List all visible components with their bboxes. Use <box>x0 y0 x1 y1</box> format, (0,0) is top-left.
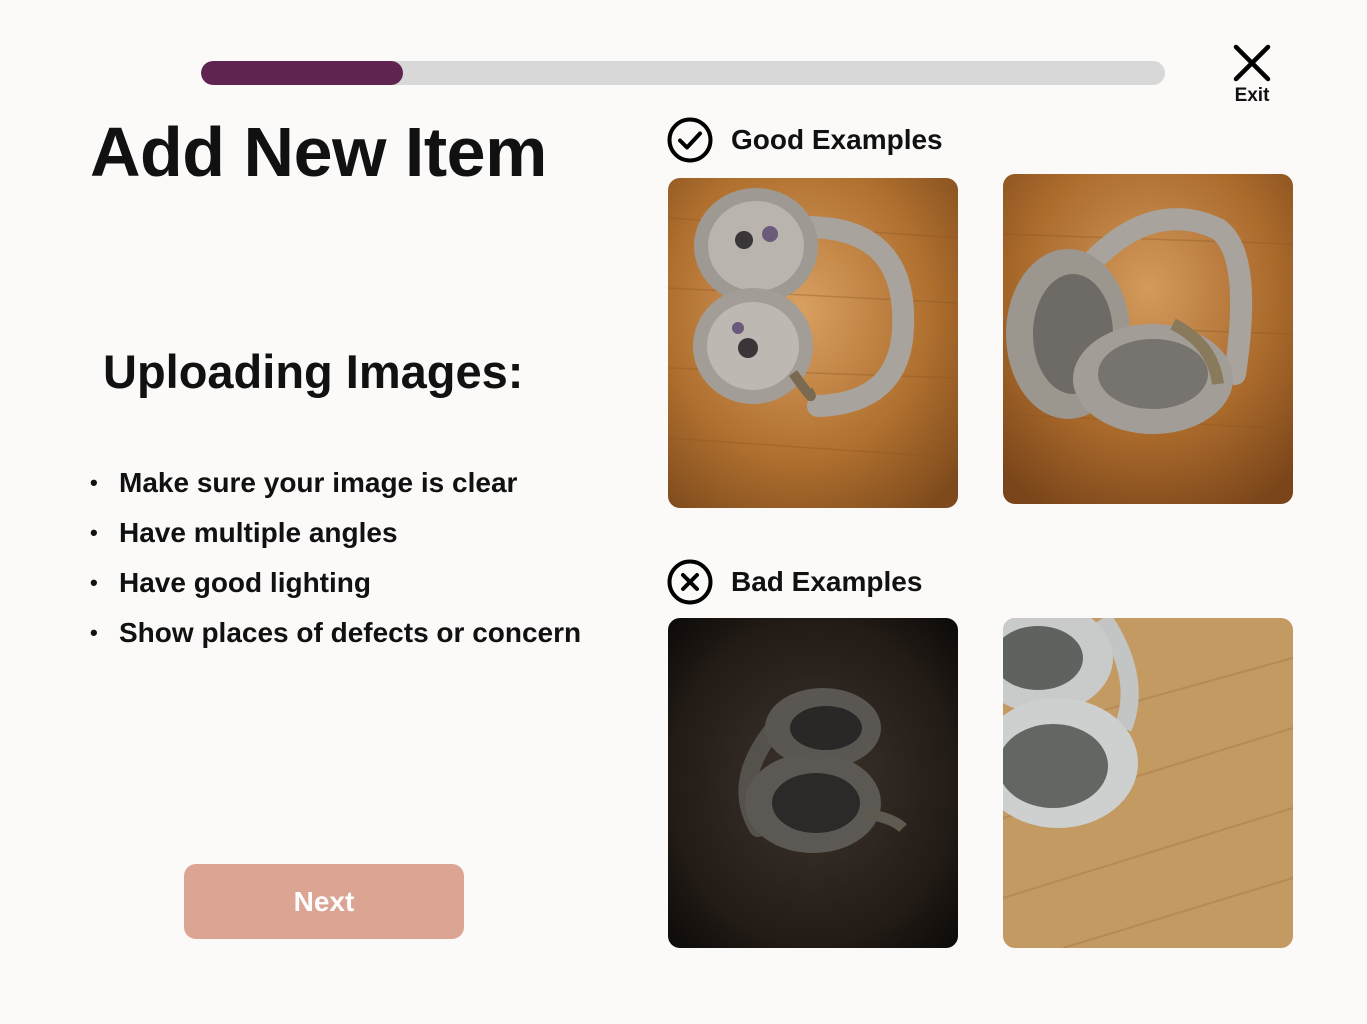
x-circle-icon <box>667 559 713 605</box>
list-item: • Show places of defects or concern <box>90 608 581 658</box>
tip-text: Show places of defects or concern <box>119 617 582 648</box>
bullet-icon: • <box>90 470 98 495</box>
check-circle-icon <box>667 117 713 163</box>
section-subtitle: Uploading Images: <box>103 345 524 398</box>
next-button[interactable]: Next <box>184 864 464 939</box>
headphones-folded-stickers-photo <box>668 178 958 508</box>
progress-bar-fill <box>201 61 404 85</box>
exit-label: Exit <box>1234 85 1270 106</box>
headphones-dark-photo <box>668 618 958 948</box>
list-item: • Have good lighting <box>90 558 581 608</box>
good-examples-header: Good Examples <box>667 117 943 163</box>
good-examples-heading: Good Examples <box>731 124 943 155</box>
progress-bar <box>201 61 1165 85</box>
tip-text: Make sure your image is clear <box>119 467 518 498</box>
bullet-icon: • <box>90 620 98 645</box>
close-icon <box>1233 44 1271 82</box>
list-item: • Make sure your image is clear <box>90 458 581 508</box>
tip-text: Have multiple angles <box>119 517 398 548</box>
bad-examples-header: Bad Examples <box>667 559 922 605</box>
bullet-icon: • <box>90 520 98 545</box>
page-title: Add New Item <box>90 113 547 191</box>
headphones-earcups-up-photo <box>1003 174 1293 504</box>
list-item: • Have multiple angles <box>90 508 581 558</box>
tips-list: • Make sure your image is clear • Have mul… <box>90 458 581 658</box>
bad-examples-heading: Bad Examples <box>731 566 923 597</box>
headphones-cropped-photo <box>1003 618 1293 948</box>
tip-text: Have good lighting <box>119 567 371 598</box>
bullet-icon: • <box>90 570 98 595</box>
exit-button[interactable]: Exit <box>1226 44 1278 107</box>
